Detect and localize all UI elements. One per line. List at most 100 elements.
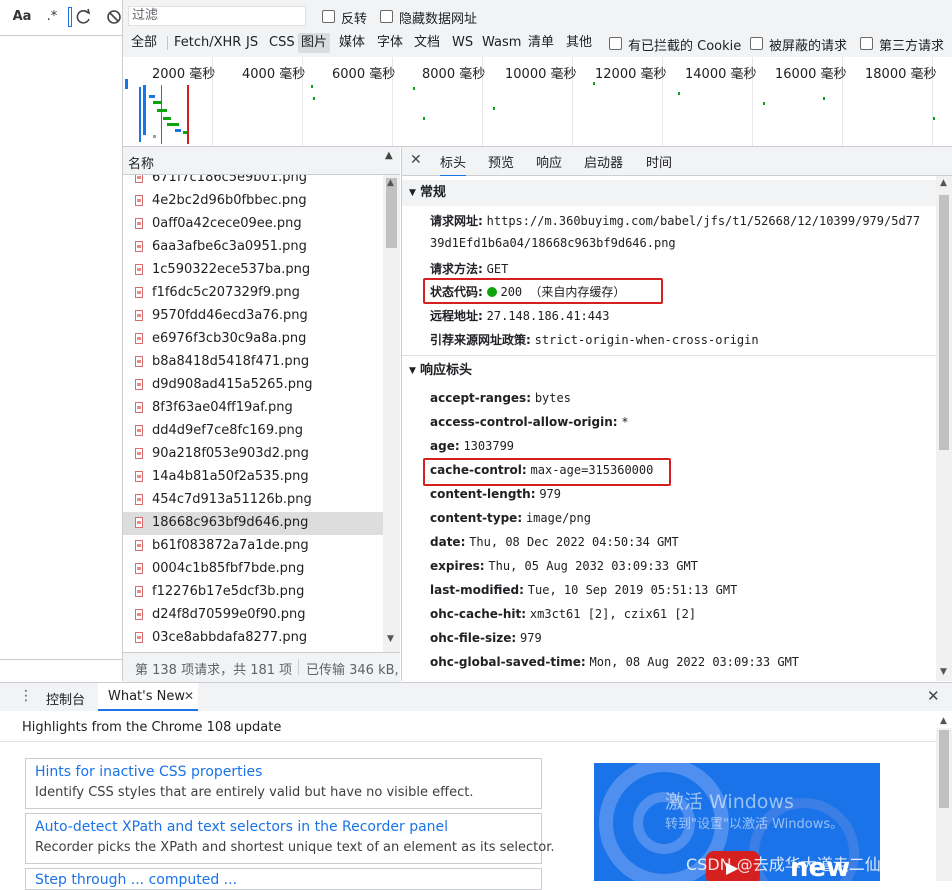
more-options-icon[interactable]: ⋮ [19, 688, 33, 704]
list-item[interactable]: f12276b17e5dcf3b.png [123, 581, 383, 604]
list-item-selected[interactable]: 18668c963bf9d646.png [123, 512, 383, 535]
expand-arrow-icon: ▼ [409, 188, 416, 198]
type-filter-xhr[interactable]: Fetch/XHR [171, 33, 244, 53]
tab-whats-new[interactable]: What's New [108, 689, 185, 704]
list-item[interactable]: dd4d9ef7ce8fc169.png [123, 420, 383, 443]
type-filter-wasm[interactable]: Wasm [479, 33, 524, 53]
drawer-tabbar: ⋮ 控制台 What's New ✕ ✕ [0, 682, 952, 712]
detail-scroll-thumb[interactable] [939, 195, 949, 450]
clear-icon[interactable] [106, 9, 122, 25]
request-list-header[interactable]: 名称 ▲ [123, 147, 400, 175]
general-section-header[interactable]: ▼ 常规 [402, 180, 937, 206]
type-filter-css[interactable]: CSS [266, 33, 298, 53]
column-name-header[interactable]: 名称 [128, 153, 154, 172]
header-row: last-modified: Tue, 10 Sep 2019 05:51:13… [430, 583, 738, 597]
type-filter-js[interactable]: JS [243, 33, 261, 53]
request-name: d9d908ad415a5265.png [152, 377, 313, 392]
scroll-up-icon[interactable]: ▲ [940, 716, 947, 726]
list-item[interactable]: 90a218f053e903d2.png [123, 443, 383, 466]
blocked-cookies-checkbox[interactable] [609, 37, 622, 50]
feature-card[interactable]: Hints for inactive CSS properties Identi… [25, 758, 542, 809]
timeline-overview[interactable]: 2000 毫秒 4000 毫秒 6000 毫秒 8000 毫秒 10000 毫秒… [123, 57, 952, 147]
request-name: f12276b17e5dcf3b.png [152, 584, 305, 599]
third-party-checkbox[interactable] [860, 37, 873, 50]
scroll-up-icon[interactable]: ▲ [387, 178, 394, 188]
list-item[interactable]: 9570fdd46ecd3a76.png [123, 305, 383, 328]
feature-description: Recorder picks the XPath and shortest un… [35, 840, 555, 855]
feature-title-link[interactable]: Hints for inactive CSS properties [35, 764, 262, 780]
request-name: 4e2bc2d96b0fbbec.png [152, 193, 307, 208]
type-filter-doc[interactable]: 文档 [411, 33, 443, 53]
transferred-size: 已传输 346 kB, [306, 663, 399, 678]
tab-preview[interactable]: 预览 [488, 152, 514, 171]
list-item[interactable]: 4e2bc2d96b0fbbec.png [123, 190, 383, 213]
list-item[interactable]: 454c7d913a51126b.png [123, 489, 383, 512]
request-name: 0004c1b85fbf7bde.png [152, 561, 305, 576]
feature-title-link[interactable]: Step through ... computed ... [35, 872, 237, 888]
request-name: 671f7c186c5e9b01.png [152, 175, 307, 185]
referrer-policy-row: 引荐来源网址政策: strict-origin-when-cross-origi… [430, 333, 759, 347]
list-item[interactable]: e6976f3cb30c9a8a.png [123, 328, 383, 351]
scroll-down-icon[interactable]: ▼ [940, 667, 947, 677]
refresh-icon[interactable] [75, 7, 93, 27]
list-item[interactable]: 1c590322ece537ba.png [123, 259, 383, 282]
search-input[interactable] [68, 7, 72, 27]
close-tab-icon[interactable]: ✕ [184, 689, 194, 703]
list-item[interactable]: 0004c1b85fbf7bde.png [123, 558, 383, 581]
match-case-button[interactable]: Aa [10, 7, 34, 27]
list-item[interactable]: 8f3f63ae04ff19af.png [123, 397, 383, 420]
list-item[interactable]: 6aa3afbe6c3a0951.png [123, 236, 383, 259]
request-name: d24f8d70599e0f90.png [152, 607, 306, 622]
header-row: content-type: image/png [430, 511, 591, 525]
type-filter-other[interactable]: 其他 [563, 33, 595, 53]
feature-card[interactable]: Auto-detect XPath and text selectors in … [25, 813, 555, 864]
list-item[interactable]: f1f6dc5c207329f9.png [123, 282, 383, 305]
request-name: 14a4b81a50f2a535.png [152, 469, 309, 484]
hide-data-urls-checkbox[interactable] [380, 10, 393, 23]
response-headers-section-header[interactable]: ▼ 响应标头 [402, 358, 937, 384]
close-drawer-icon[interactable]: ✕ [927, 687, 940, 705]
type-filter-manifest[interactable]: 清单 [525, 33, 557, 53]
list-item[interactable]: 03ce8abbdafa8277.png [123, 627, 383, 650]
list-item[interactable]: b61f083872a7a1de.png [123, 535, 383, 558]
request-list-scroll-thumb[interactable] [386, 178, 397, 248]
blocked-requests-checkbox[interactable] [750, 37, 763, 50]
image-file-icon [135, 356, 143, 367]
list-item[interactable]: d9d908ad415a5265.png [123, 374, 383, 397]
sort-up-icon: ▲ [385, 150, 393, 161]
list-item[interactable]: 14a4b81a50f2a535.png [123, 466, 383, 489]
header-row: age: 1303799 [430, 439, 515, 453]
scroll-down-icon[interactable]: ▼ [387, 634, 394, 644]
hide-data-urls-label: 隐藏数据网址 [399, 12, 478, 27]
type-filter-media[interactable]: 媒体 [336, 33, 368, 53]
request-name: dd4d9ef7ce8fc169.png [152, 423, 303, 438]
tab-response[interactable]: 响应 [536, 152, 562, 171]
list-item[interactable]: 671f7c186c5e9b01.png [123, 175, 383, 190]
header-row: accept-ranges: bytes [430, 391, 571, 405]
scroll-up-icon[interactable]: ▲ [940, 178, 947, 188]
list-item[interactable]: d24f8d70599e0f90.png [123, 604, 383, 627]
tab-timing[interactable]: 时间 [646, 152, 672, 171]
type-filter-all[interactable]: 全部 [128, 33, 160, 53]
tab-console[interactable]: 控制台 [46, 689, 85, 708]
list-item[interactable]: b8a8418d5418f471.png [123, 351, 383, 374]
type-filter-font[interactable]: 字体 [374, 33, 406, 53]
list-item[interactable]: 0aff0a42cece09ee.png [123, 213, 383, 236]
request-list: 671f7c186c5e9b01.png 4e2bc2d96b0fbbec.pn… [123, 175, 383, 652]
close-icon[interactable]: ✕ [410, 152, 422, 168]
type-filter-ws[interactable]: WS [449, 33, 476, 53]
request-name: 9570fdd46ecd3a76.png [152, 308, 308, 323]
tab-initiator[interactable]: 启动器 [584, 152, 623, 171]
image-file-icon [135, 264, 143, 275]
tab-headers[interactable]: 标头 [440, 152, 467, 177]
third-party-label: 第三方请求 [879, 39, 945, 54]
filter-input[interactable]: 过滤 [128, 6, 306, 26]
type-filter-img[interactable]: 图片 [298, 33, 331, 53]
image-file-icon [135, 471, 143, 482]
feature-title-link[interactable]: Auto-detect XPath and text selectors in … [35, 819, 448, 835]
invert-checkbox[interactable] [322, 10, 335, 23]
feature-card[interactable]: Step through ... computed ... [25, 868, 542, 890]
header-row: date: Thu, 08 Dec 2022 04:50:34 GMT [430, 535, 679, 549]
regex-button[interactable]: .* [42, 7, 62, 27]
drawer-scroll-thumb[interactable] [939, 730, 949, 808]
